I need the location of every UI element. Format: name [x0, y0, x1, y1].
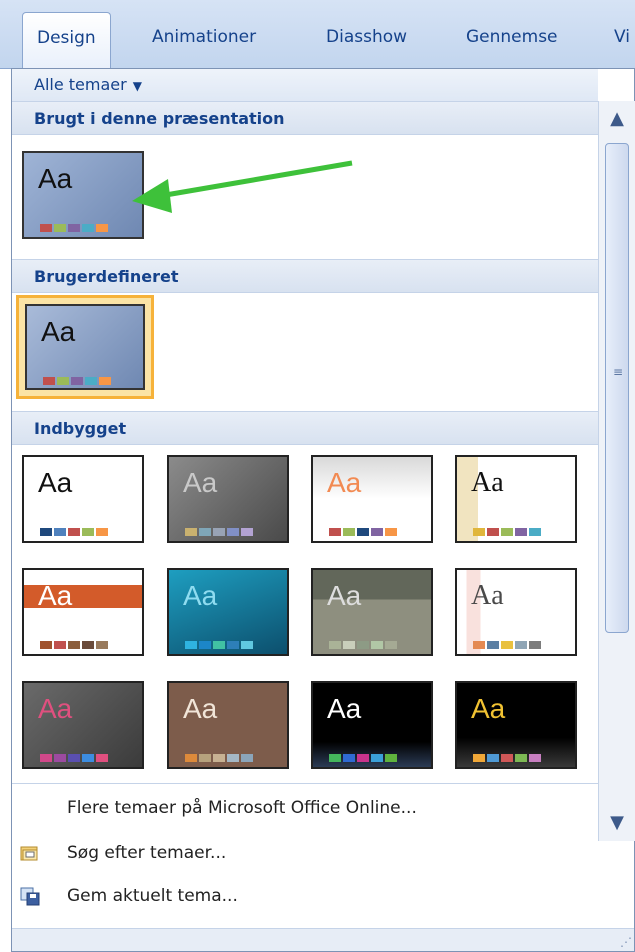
- theme-thumb-text: Aa: [183, 580, 218, 611]
- theme-thumb-text: Aa: [471, 467, 504, 498]
- theme-thumb-text: Aa: [327, 693, 362, 724]
- theme-thumb-builtin[interactable]: Aa: [167, 681, 289, 769]
- section-header-used: Brugt i denne præsentation: [12, 101, 598, 135]
- theme-gallery-panel: Alle temaer ▼ Brugt i denne præsentation …: [11, 68, 635, 952]
- menu-divider: [12, 783, 598, 784]
- color-swatches: [185, 521, 255, 536]
- color-swatches: [473, 521, 543, 536]
- theme-thumb-text: Aa: [471, 693, 506, 724]
- theme-thumb-builtin[interactable]: Aa: [167, 568, 289, 656]
- color-swatches: [473, 747, 543, 762]
- color-swatches: [329, 747, 399, 762]
- color-swatches: [40, 747, 110, 762]
- theme-thumb-text: Aa: [183, 467, 218, 498]
- theme-thumb-text: Aa: [41, 316, 76, 347]
- scroll-up-icon[interactable]: ▲: [599, 101, 635, 137]
- theme-thumb-builtin[interactable]: Aa: [455, 681, 577, 769]
- ribbon-tab-bar: Design Animationer Diasshow Gennemse Vi: [0, 0, 635, 69]
- save-theme-icon: [20, 887, 40, 906]
- theme-thumb-text: Aa: [38, 163, 73, 194]
- tab-animationer[interactable]: Animationer: [152, 14, 256, 60]
- theme-thumb-custom: Aa: [25, 304, 145, 390]
- gallery-scrollbar[interactable]: ▲ ≡ ▼: [598, 101, 635, 841]
- color-swatches: [40, 521, 110, 536]
- tab-design[interactable]: Design: [22, 12, 111, 69]
- color-swatches: [40, 634, 110, 649]
- theme-thumb-text: Aa: [327, 580, 362, 611]
- theme-thumb-text: Aa: [327, 467, 362, 498]
- tab-diasshow[interactable]: Diasshow: [326, 14, 407, 60]
- theme-thumb-text: Aa: [38, 693, 73, 724]
- color-swatches: [185, 747, 255, 762]
- theme-thumb-text: Aa: [38, 467, 73, 498]
- theme-thumb-builtin[interactable]: Aa: [311, 455, 433, 543]
- filter-label: Alle temaer: [34, 75, 127, 94]
- section-header-builtin: Indbygget: [12, 411, 598, 445]
- color-swatches: [43, 370, 113, 385]
- color-swatches: [40, 217, 110, 232]
- theme-thumb-text: Aa: [471, 580, 504, 611]
- gallery-footer: ⋰: [12, 928, 634, 951]
- folder-search-icon: [20, 846, 38, 861]
- color-swatches: [185, 634, 255, 649]
- browse-themes-label: Søg efter temaer...: [67, 843, 227, 863]
- color-swatches: [329, 634, 399, 649]
- tab-gennemse[interactable]: Gennemse: [466, 14, 558, 60]
- theme-thumb-builtin[interactable]: Aa: [311, 681, 433, 769]
- more-themes-online-item[interactable]: Flere temaer på Microsoft Office Online.…: [12, 788, 634, 828]
- theme-thumb-builtin[interactable]: Aa: [22, 568, 144, 656]
- theme-thumb-builtin[interactable]: Aa: [455, 568, 577, 656]
- green-arrow: [132, 160, 353, 213]
- theme-thumb-custom-selected[interactable]: Aa: [16, 295, 154, 399]
- color-swatches: [473, 634, 543, 649]
- theme-thumb-builtin[interactable]: Aa: [22, 455, 144, 543]
- scroll-thumb[interactable]: ≡: [605, 143, 629, 633]
- caret-down-icon: ▼: [132, 79, 142, 93]
- section-header-custom: Brugerdefineret: [12, 259, 598, 293]
- more-themes-label: Flere temaer på Microsoft Office Online.…: [67, 798, 417, 818]
- save-theme-item[interactable]: Gem aktuelt tema...: [12, 876, 634, 916]
- resize-grip-icon[interactable]: ⋰: [620, 935, 632, 949]
- theme-thumb-builtin[interactable]: Aa: [22, 681, 144, 769]
- theme-thumb-builtin[interactable]: Aa: [311, 568, 433, 656]
- theme-thumb-builtin[interactable]: Aa: [455, 455, 577, 543]
- save-theme-label: Gem aktuelt tema...: [67, 886, 238, 906]
- theme-thumb-text: Aa: [183, 693, 218, 724]
- theme-thumb-builtin[interactable]: Aa: [167, 455, 289, 543]
- tab-vi[interactable]: Vi: [614, 14, 630, 60]
- browse-themes-item[interactable]: Søg efter temaer...: [12, 833, 634, 873]
- grip-icon: ≡: [612, 365, 624, 379]
- filter-dropdown[interactable]: Alle temaer ▼: [12, 69, 598, 101]
- theme-thumb-text: Aa: [38, 580, 73, 611]
- color-swatches: [329, 521, 399, 536]
